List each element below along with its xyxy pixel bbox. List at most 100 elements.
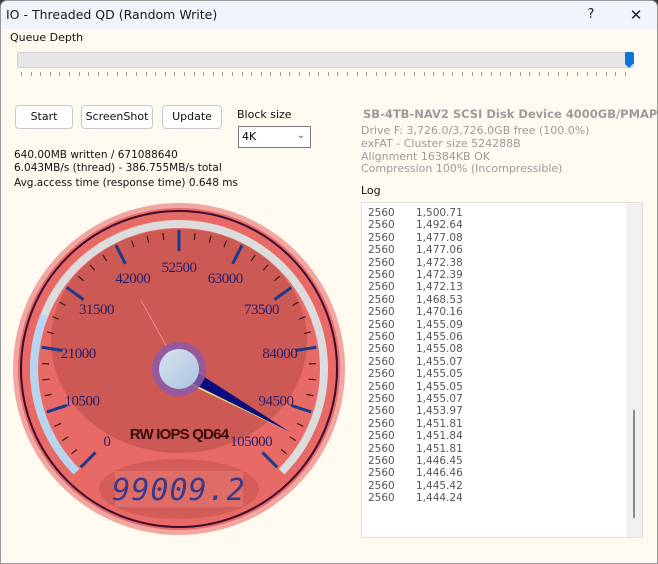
log-block-count: 2560 (368, 231, 395, 244)
log-value: 1,446.45 (416, 455, 463, 467)
slider-tick (567, 72, 569, 76)
log-value: 1,455.07 (416, 393, 463, 405)
log-block-count: 2560 (368, 318, 395, 331)
log-scrollbar-thumb[interactable] (633, 410, 635, 518)
gauge-tick-label: 94500 (259, 394, 294, 410)
slider-tick (625, 72, 626, 76)
log-value: 1,472.38 (416, 256, 463, 269)
log-block-count: 2560 (368, 405, 395, 418)
gauge-tick-label: 10500 (64, 394, 99, 410)
log-block-count: 2560 (368, 256, 395, 269)
slider-tick (509, 72, 511, 76)
log-value: 1,455.08 (416, 343, 463, 356)
slider-tick (385, 72, 387, 76)
log-scrollbar[interactable] (626, 203, 642, 537)
gauge-readout-value: 99009.2 (112, 473, 245, 508)
log-value: 1,455.09 (416, 318, 463, 331)
slider-tick (596, 72, 598, 76)
log-block-count: 2560 (368, 355, 395, 368)
log-value: 1,468.53 (416, 293, 463, 306)
iops-gauge: 0 10500 21000 3150042000 52500 6300073500 8400… (13, 203, 345, 535)
log-block-count: 2560 (368, 442, 395, 455)
log-block-count: 2560 (368, 430, 395, 443)
gauge-tick-label: 52500 (162, 260, 197, 276)
gauge-tick-label: 73500 (244, 302, 279, 318)
log-block-count: 2560 (368, 368, 395, 381)
log-block-count: 2560 (368, 393, 395, 405)
slider-tick (615, 72, 617, 76)
slider-tick (538, 72, 540, 76)
log-value: 1,445.42 (416, 479, 463, 492)
slider-tick (442, 72, 444, 76)
log-value: 1,477.08 (416, 231, 463, 244)
log-block-count: 2560 (368, 331, 395, 343)
gauge-tick-label: 63000 (208, 271, 243, 287)
slider-tick (404, 72, 406, 76)
slider-tick (366, 72, 368, 76)
gauge-tick-label: 84000 (262, 346, 297, 362)
log-value: 1,477.06 (416, 244, 463, 257)
slider-tick (394, 72, 396, 76)
log-value: 1,492.64 (416, 219, 463, 232)
log-block-count: 2560 (368, 306, 395, 319)
log-block-count: 2560 (368, 207, 395, 219)
gauge-tick-label: 31500 (79, 302, 114, 318)
log-block-count: 2560 (368, 479, 395, 492)
gauge-minor-tick (193, 232, 196, 240)
gauge-minor-tick (162, 232, 165, 240)
close-button[interactable]: ✕ (621, 4, 651, 26)
slider-tick (529, 72, 531, 76)
log-block-count: 2560 (368, 417, 395, 430)
compression-info: Compression 100% (Incompressible) (361, 162, 563, 175)
slider-tick (375, 72, 377, 76)
log-value: 1,453.97 (416, 405, 463, 418)
log-value: 1,451.81 (416, 442, 463, 455)
slider-tick (481, 72, 483, 76)
help-button[interactable]: ? (576, 4, 606, 26)
slider-tick (423, 72, 425, 76)
log-list[interactable]: 2560 1,500.71 2560 1,492.64 2560 1,477.08 2560… (361, 202, 643, 538)
log-block-count: 2560 (368, 244, 395, 257)
log-label: Log (361, 184, 381, 197)
gauge-tick-label: 42000 (115, 271, 150, 287)
log-value: 1,455.07 (416, 355, 463, 368)
gauge-tick-label: 105000 (230, 434, 272, 450)
slider-tick (471, 72, 473, 76)
slider-tick (577, 72, 579, 76)
slider-tick (586, 72, 588, 76)
log-block-count: 2560 (368, 219, 395, 232)
slider-tick (414, 72, 416, 76)
slider-tick (557, 72, 559, 76)
log-value: 1,446.46 (416, 467, 463, 480)
gauge-tick-label: 0 (103, 434, 110, 450)
queue-depth-slider-thumb[interactable] (625, 52, 634, 68)
log-block-count: 2560 (368, 269, 395, 281)
log-block-count: 2560 (368, 467, 395, 480)
gauge-hub (159, 349, 199, 389)
log-block-count: 2560 (368, 455, 395, 467)
filesystem-info: exFAT - Cluster size 524288B (361, 137, 521, 150)
drive-free-info: Drive F: 3,726.0/3,726.0GB free (100.0%) (361, 124, 590, 137)
device-title: SB-4TB-NAV2 SCSI Disk Device 4000GB/PMAP (363, 107, 658, 121)
slider-tick (462, 72, 464, 76)
slider-tick (490, 72, 492, 76)
log-value: 1,472.13 (416, 281, 463, 294)
slider-tick (519, 72, 521, 76)
io-threaded-qd-window: IO - Threaded QD (Random Write) ? ✕ Queu… (0, 0, 658, 564)
slider-tick (433, 72, 435, 76)
slider-tick (548, 72, 550, 76)
log-value: 1,500.71 (416, 207, 463, 219)
gauge-tick-label: 21000 (61, 346, 96, 362)
gauge-minor-tick (42, 378, 50, 381)
log-block-count: 2560 (368, 343, 395, 356)
gauge-title: RW IOPS QD64 (130, 426, 230, 443)
slider-tick (500, 72, 502, 76)
log-value: 1,455.05 (416, 380, 463, 393)
slider-tick (452, 72, 454, 76)
log-value: 1,444.24 (416, 492, 463, 505)
gauge-minor-tick (308, 378, 316, 381)
log-block-count: 2560 (368, 380, 395, 393)
log-value: 1,451.81 (416, 417, 463, 430)
log-value: 1,455.05 (416, 368, 463, 381)
log-value: 1,451.84 (416, 430, 463, 443)
